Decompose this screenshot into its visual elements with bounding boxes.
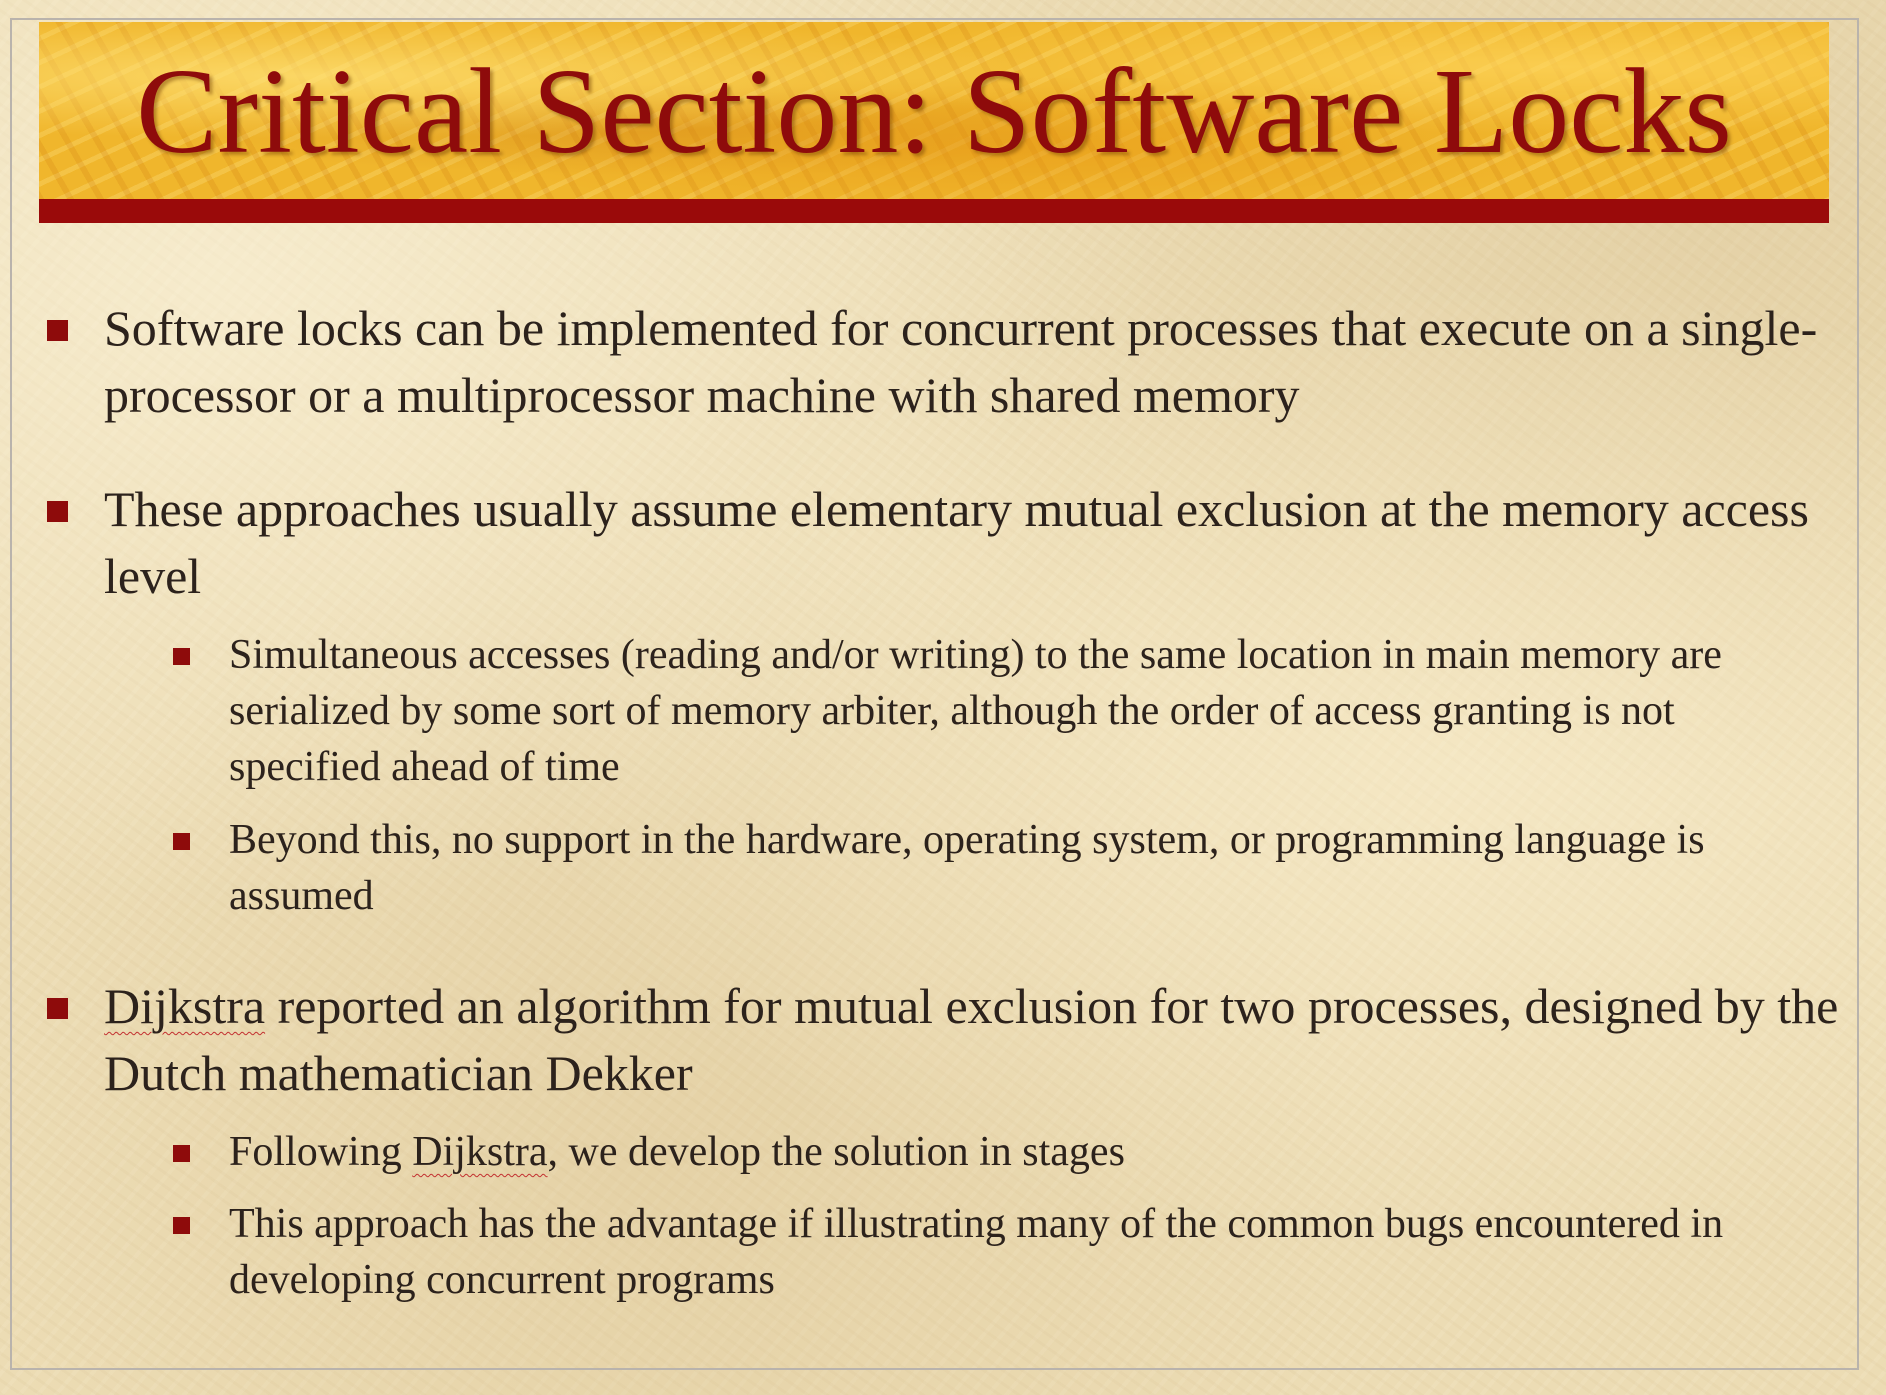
square-bullet-icon — [173, 1145, 190, 1162]
square-bullet-icon — [173, 1217, 190, 1234]
sub-bullet-item-2-1: Simultaneous accesses (reading and/or wr… — [173, 627, 1829, 795]
sub-bullet-text: , we develop the solution in stages — [547, 1129, 1125, 1175]
sub-bullet-item-2-2: Beyond this, no support in the hardware,… — [173, 812, 1829, 924]
square-bullet-icon — [47, 998, 68, 1019]
square-bullet-icon — [47, 320, 68, 341]
sub-bullet-text: This approach has the advantage if illus… — [229, 1201, 1724, 1303]
bullet-item-3: Dijkstra reported an algorithm for mutua… — [47, 973, 1844, 1107]
sub-bullet-item-3-2: This approach has the advantage if illus… — [173, 1196, 1829, 1308]
spellcheck-word: Dijkstra — [104, 978, 266, 1034]
square-bullet-icon — [47, 501, 68, 522]
square-bullet-icon — [173, 648, 190, 665]
square-bullet-icon — [173, 833, 190, 850]
bullet-text: Software locks can be implemented for co… — [104, 300, 1818, 423]
sub-bullet-text: Beyond this, no support in the hardware,… — [229, 817, 1705, 919]
sub-bullet-prefix: Following — [229, 1129, 413, 1175]
sub-bullet-item-3-1: Following Dijkstra, we develop the solut… — [173, 1124, 1829, 1180]
sub-bullet-text: Simultaneous accesses (reading and/or wr… — [229, 632, 1722, 790]
bullet-item-1: Software locks can be implemented for co… — [47, 295, 1844, 429]
slide-content: Software locks can be implemented for co… — [0, 0, 1886, 1395]
bullet-text: These approaches usually assume elementa… — [104, 481, 1809, 604]
spellcheck-word: Dijkstra — [412, 1129, 548, 1175]
bullet-item-2: These approaches usually assume elementa… — [47, 476, 1844, 610]
bullet-text: reported an algorithm for mutual exclusi… — [104, 978, 1839, 1101]
